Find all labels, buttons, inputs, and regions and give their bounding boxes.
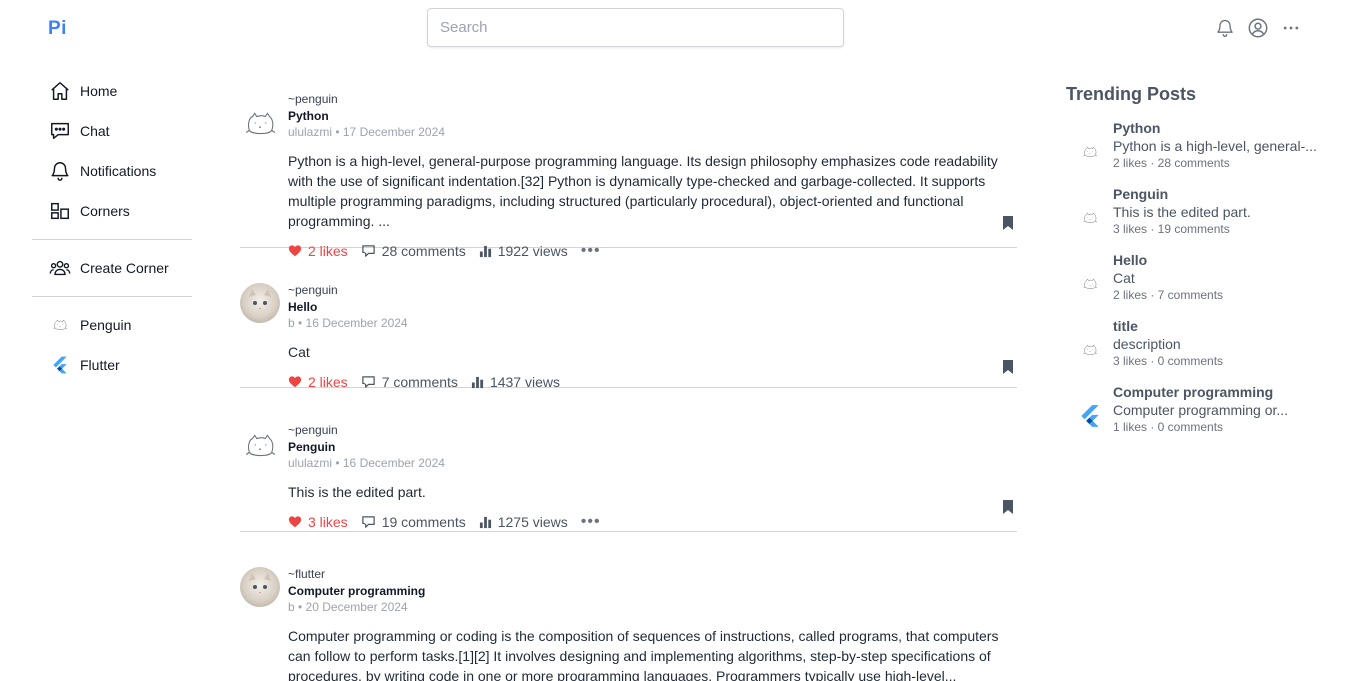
user-circle-icon[interactable] bbox=[1247, 17, 1269, 39]
trending-item-desc: Python is a high-level, general-... bbox=[1113, 138, 1317, 154]
post-corner-name[interactable]: ~penguin bbox=[288, 92, 1017, 106]
post-more-button[interactable]: ••• bbox=[581, 513, 601, 531]
trending-item-title: Hello bbox=[1113, 252, 1148, 268]
like-button[interactable]: 3 likes bbox=[288, 514, 348, 530]
penguin-sketch-icon bbox=[1066, 119, 1113, 185]
trending-item-title: Penguin bbox=[1113, 186, 1169, 202]
penguin-sketch-icon bbox=[1066, 185, 1113, 251]
sidebar-corner-penguin[interactable]: Penguin bbox=[32, 305, 192, 345]
trending-item-stats: 2 likes · 28 comments bbox=[1113, 156, 1230, 170]
trending-item-stats: 1 likes · 0 comments bbox=[1113, 420, 1224, 434]
trending-item-desc: Cat bbox=[1113, 270, 1135, 286]
trending-item-stats: 3 likes · 0 comments bbox=[1113, 354, 1224, 368]
comment-icon bbox=[361, 515, 376, 530]
header-actions bbox=[1214, 17, 1302, 39]
sidebar-corner-flutter[interactable]: Flutter bbox=[32, 345, 192, 385]
post-card[interactable]: ~penguin Python ululazmi • 17 December 2… bbox=[240, 82, 1017, 259]
trending-item-desc: This is the edited part. bbox=[1113, 204, 1251, 220]
heart-icon bbox=[288, 375, 302, 389]
post-corner-name[interactable]: ~penguin bbox=[288, 423, 1017, 437]
post-text: Python is a high-level, general-purpose … bbox=[288, 153, 998, 229]
sidebar-item-label: Corners bbox=[80, 203, 130, 219]
sidebar-item-label: Chat bbox=[80, 123, 110, 139]
sidebar-divider bbox=[32, 296, 192, 297]
trending-item-desc: description bbox=[1113, 336, 1181, 352]
sidebar-item-label: Home bbox=[80, 83, 118, 99]
trending-panel: Trending Posts Python Python is a high-l… bbox=[1066, 84, 1326, 449]
post-title[interactable]: Python bbox=[288, 108, 1017, 124]
trending-item[interactable]: Computer programming Computer programmin… bbox=[1066, 383, 1326, 449]
trending-item[interactable]: Hello Cat 2 likes · 7 comments bbox=[1066, 251, 1326, 317]
avatar[interactable] bbox=[240, 426, 280, 466]
sidebar: Home Chat Notifications Corners Create C… bbox=[32, 71, 192, 385]
corners-icon bbox=[48, 199, 72, 223]
avatar[interactable] bbox=[240, 283, 280, 323]
trending-item-stats: 3 likes · 19 comments bbox=[1113, 222, 1230, 236]
post-card[interactable]: ~penguin Hello b • 16 December 2024 Cat … bbox=[240, 248, 1017, 390]
post-title[interactable]: Hello bbox=[288, 299, 1017, 315]
penguin-sketch-icon bbox=[1066, 251, 1113, 317]
post-text: Computer programming or coding is the co… bbox=[288, 628, 999, 681]
sidebar-item-label: Flutter bbox=[80, 357, 120, 373]
comments-button[interactable]: 19 comments bbox=[361, 514, 466, 530]
bookmark-icon[interactable] bbox=[1001, 499, 1015, 520]
views-stat: 1275 views bbox=[479, 514, 568, 530]
search-input[interactable] bbox=[427, 8, 844, 47]
bell-icon bbox=[48, 159, 72, 183]
post-corner-name[interactable]: ~penguin bbox=[288, 283, 1017, 297]
trending-item[interactable]: Penguin This is the edited part. 3 likes… bbox=[1066, 185, 1326, 251]
create-corner-label: Create Corner bbox=[80, 260, 169, 276]
avatar[interactable] bbox=[240, 104, 280, 144]
post-text: Cat bbox=[288, 344, 310, 360]
sidebar-divider bbox=[32, 239, 192, 240]
likes-count: 3 likes bbox=[308, 514, 348, 530]
flutter-logo-icon bbox=[1066, 383, 1113, 449]
trending-item-desc: Computer programming or... bbox=[1113, 402, 1289, 418]
sidebar-item-label: Penguin bbox=[80, 317, 132, 333]
create-corner-button[interactable]: Create Corner bbox=[32, 248, 192, 288]
bar-chart-icon bbox=[471, 376, 484, 389]
sidebar-item-corners[interactable]: Corners bbox=[32, 191, 192, 231]
penguin-sketch-icon bbox=[48, 313, 72, 337]
post-text: This is the edited part. bbox=[288, 484, 426, 500]
post-meta: ululazmi • 17 December 2024 bbox=[288, 125, 445, 139]
views-count: 1275 views bbox=[497, 514, 568, 530]
sidebar-item-label: Notifications bbox=[80, 163, 157, 179]
sidebar-item-chat[interactable]: Chat bbox=[32, 111, 192, 151]
trending-item-title: Python bbox=[1113, 120, 1161, 136]
bar-chart-icon bbox=[479, 516, 492, 529]
trending-item-title: Computer programming bbox=[1113, 384, 1274, 400]
users-icon bbox=[48, 256, 72, 280]
post-title[interactable]: Computer programming bbox=[288, 583, 1017, 599]
post-card[interactable]: ~penguin Penguin ululazmi • 16 December … bbox=[240, 388, 1017, 532]
sidebar-item-notifications[interactable]: Notifications bbox=[32, 151, 192, 191]
post-corner-name[interactable]: ~flutter bbox=[288, 567, 1017, 581]
trending-item-title: title bbox=[1113, 318, 1138, 334]
trending-item[interactable]: title description 3 likes · 0 comments bbox=[1066, 317, 1326, 383]
comments-count: 19 comments bbox=[381, 514, 466, 530]
trending-title: Trending Posts bbox=[1066, 84, 1197, 104]
avatar[interactable] bbox=[240, 567, 280, 607]
bookmark-icon[interactable] bbox=[1001, 215, 1015, 236]
trending-item[interactable]: Python Python is a high-level, general-.… bbox=[1066, 119, 1326, 185]
post-actions: 3 likes 19 comments 1275 views ••• bbox=[288, 512, 1017, 532]
post-feed: ~penguin Python ululazmi • 17 December 2… bbox=[240, 82, 1017, 681]
more-icon[interactable] bbox=[1280, 17, 1302, 39]
post-meta: ululazmi • 16 December 2024 bbox=[288, 456, 445, 470]
penguin-sketch-icon bbox=[1066, 317, 1113, 383]
heart-icon bbox=[288, 515, 302, 529]
trending-item-stats: 2 likes · 7 comments bbox=[1113, 288, 1224, 302]
bookmark-icon[interactable] bbox=[1001, 359, 1015, 380]
post-title[interactable]: Penguin bbox=[288, 439, 1017, 455]
app-logo[interactable]: Pi bbox=[48, 18, 67, 40]
home-icon bbox=[48, 79, 72, 103]
sidebar-item-home[interactable]: Home bbox=[32, 71, 192, 111]
flutter-logo-icon bbox=[48, 353, 72, 377]
post-meta: b • 16 December 2024 bbox=[288, 316, 408, 330]
chat-icon bbox=[48, 119, 72, 143]
bell-icon[interactable] bbox=[1214, 17, 1236, 39]
post-meta: b • 20 December 2024 bbox=[288, 600, 408, 614]
post-card[interactable]: ~flutter Computer programming b • 20 Dec… bbox=[240, 532, 1017, 681]
